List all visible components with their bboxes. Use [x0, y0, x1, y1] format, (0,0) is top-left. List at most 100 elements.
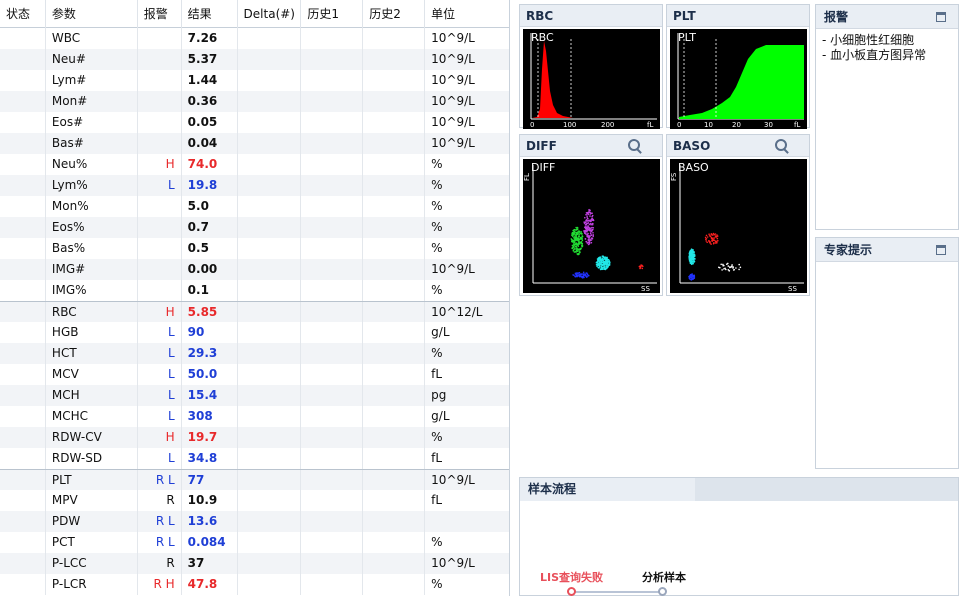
flow-step-lis-failed[interactable]: LIS查询失败	[540, 569, 603, 585]
baso-baso-dot	[705, 240, 707, 242]
zoom-icon[interactable]	[775, 139, 787, 151]
row-result: 0.1	[182, 280, 238, 301]
row-flag	[138, 133, 182, 154]
row-history1	[301, 490, 364, 511]
rbc-tick-0: 0	[530, 121, 534, 129]
col-header-unit[interactable]: 单位	[425, 0, 509, 28]
diff-mono-dot	[588, 239, 590, 241]
col-header-history2[interactable]: 历史2	[363, 0, 426, 28]
expand-icon[interactable]	[936, 245, 946, 255]
col-header-history1[interactable]: 历史1	[301, 0, 364, 28]
zoom-icon[interactable]	[628, 139, 640, 151]
table-row[interactable]: P-LCC R 37 10^9/L	[0, 553, 509, 574]
diff-debris-dot	[581, 275, 584, 278]
row-unit: pg	[431, 388, 447, 402]
row-flag: L	[138, 175, 182, 196]
baso-ghost-dot	[727, 265, 730, 267]
row-param: Eos#	[46, 112, 138, 133]
diff-panel-title: DIFF	[520, 135, 662, 157]
row-param: WBC	[46, 28, 138, 49]
baso-debris-dot	[692, 275, 694, 277]
baso-scattergram[interactable]: FS SS BASO	[670, 159, 807, 293]
col-header-status[interactable]: 状态	[0, 0, 46, 28]
table-row[interactable]: Eos% 0.7%	[0, 217, 509, 238]
col-header-param[interactable]: 参数	[46, 0, 138, 28]
col-header-delta[interactable]: Delta(#)	[238, 0, 302, 28]
alarm-title-text: 报警	[824, 10, 849, 24]
row-history1	[301, 532, 364, 553]
table-row[interactable]: HGB L 90 g/L	[0, 322, 509, 343]
flow-dot-analyze	[658, 587, 667, 596]
row-unit: 10^9/L	[431, 556, 475, 570]
row-history1	[301, 322, 364, 343]
table-row[interactable]: Eos# 0.05 10^9/L	[0, 112, 509, 133]
table-row[interactable]: PCT R L 0.084%	[0, 532, 509, 553]
diff-mono-dot	[592, 232, 594, 234]
diff-lymph-dot	[577, 237, 579, 240]
diff-neu-dot	[603, 265, 605, 267]
row-result: 29.3	[182, 343, 238, 364]
diff-mono-dot	[591, 237, 593, 239]
row-param: Mon#	[46, 91, 138, 112]
diff-lymph-dot	[577, 245, 580, 247]
table-row[interactable]: MPV R 10.9 fL	[0, 490, 509, 511]
row-status	[0, 133, 46, 154]
row-history1	[301, 91, 364, 112]
diff-mono-dot	[585, 212, 588, 214]
row-delta	[238, 448, 302, 469]
diff-lymph-dot	[581, 235, 584, 238]
diff-mono-dot	[589, 232, 592, 235]
row-history2	[363, 91, 426, 112]
table-row[interactable]: MCH L 15.4 pg	[0, 385, 509, 406]
table-row[interactable]: MCV L 50.0 fL	[0, 364, 509, 385]
row-param: Bas#	[46, 133, 138, 154]
table-row[interactable]: Bas# 0.04 10^9/L	[0, 133, 509, 154]
table-row[interactable]: Mon% 5.0%	[0, 196, 509, 217]
table-row[interactable]: IMG# 0.00 10^9/L	[0, 259, 509, 280]
col-header-result[interactable]: 结果	[182, 0, 238, 28]
diff-neu-dot	[606, 256, 608, 259]
table-row[interactable]: Mon# 0.36 10^9/L	[0, 91, 509, 112]
table-row[interactable]: IMG% 0.1%	[0, 280, 509, 301]
table-row[interactable]: Lym% L 19.8%	[0, 175, 509, 196]
table-row[interactable]: P-LCR R H 47.8%	[0, 574, 509, 595]
rbc-histogram[interactable]: 0 100 200 fL RBC	[523, 29, 660, 129]
expert-tip-panel: 专家提示	[815, 237, 959, 469]
table-row[interactable]: WBC 7.26 10^9/L	[0, 28, 509, 49]
table-row[interactable]: RDW-CV H 19.7%	[0, 427, 509, 448]
row-param: PCT	[46, 532, 138, 553]
table-row[interactable]: PDW R L 13.6	[0, 511, 509, 532]
row-result: 0.7	[182, 217, 238, 238]
row-flag: H	[138, 154, 182, 175]
rbc-plot-label: RBC	[531, 31, 554, 44]
diff-neu-dot	[604, 259, 607, 261]
diff-mono-dot	[587, 219, 589, 222]
row-result: 0.36	[182, 91, 238, 112]
col-header-flag[interactable]: 报警	[138, 0, 182, 28]
table-row[interactable]: RDW-SD L 34.8 fL	[0, 448, 509, 469]
diff-mono-dot	[592, 227, 595, 229]
row-delta	[238, 133, 302, 154]
table-row[interactable]: PLT R L 77 10^9/L	[0, 469, 509, 491]
table-row[interactable]: MCHC L 308 g/L	[0, 406, 509, 427]
flow-step-analyze[interactable]: 分析样本	[642, 569, 686, 585]
plt-histogram[interactable]: 0 10 20 30 fL PLT	[670, 29, 807, 129]
row-history1	[301, 217, 364, 238]
diff-scattergram[interactable]: FL SS DIFF	[523, 159, 660, 293]
diff-mono-dot	[590, 241, 593, 244]
table-row[interactable]: Bas% 0.5%	[0, 238, 509, 259]
diff-lymph-dot	[575, 245, 577, 248]
row-status	[0, 574, 46, 595]
table-row[interactable]: RBC H 5.85 10^12/L	[0, 301, 509, 323]
flow-connector	[572, 591, 662, 593]
table-row[interactable]: Neu% H 74.0%	[0, 154, 509, 175]
diff-mono-dot	[591, 217, 593, 220]
baso-y-axis-label: FS	[670, 172, 678, 181]
table-row[interactable]: Neu# 5.37 10^9/L	[0, 49, 509, 70]
baso-baso-dot	[714, 240, 717, 242]
table-row[interactable]: HCT L 29.3%	[0, 343, 509, 364]
diff-mono-dot	[587, 236, 590, 239]
row-history2	[363, 385, 426, 406]
table-row[interactable]: Lym# 1.44 10^9/L	[0, 70, 509, 91]
expand-icon[interactable]	[936, 12, 946, 22]
